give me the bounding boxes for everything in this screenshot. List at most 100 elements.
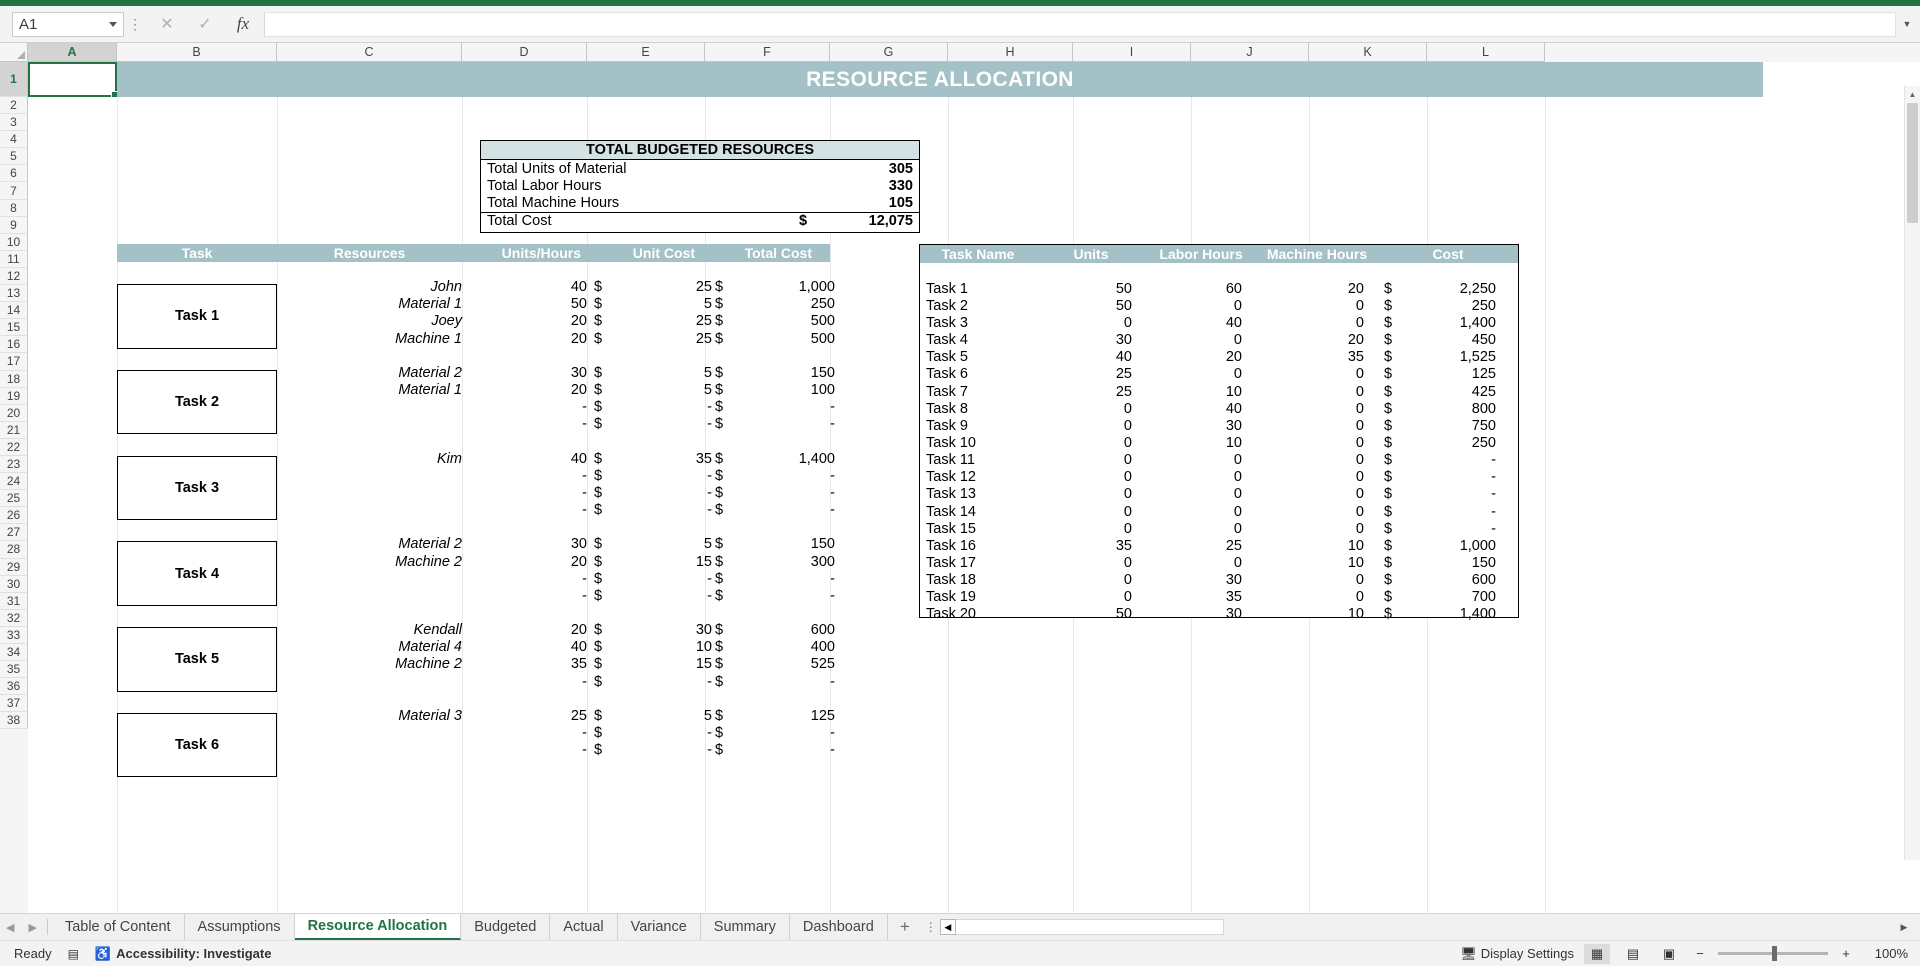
task-box[interactable]: Task 1 — [117, 284, 277, 349]
row-header-29[interactable]: 29 — [0, 558, 28, 576]
sheet-tab-assumptions[interactable]: Assumptions — [184, 914, 295, 940]
zoom-out-button[interactable]: − — [1692, 946, 1708, 961]
sheet-tab-dashboard[interactable]: Dashboard — [789, 914, 888, 940]
scroll-up-icon[interactable]: ▲ — [1905, 86, 1920, 102]
zoom-slider[interactable] — [1718, 946, 1828, 961]
vertical-scrollbar[interactable]: ▲ — [1904, 86, 1920, 860]
vertical-scroll-thumb[interactable] — [1907, 103, 1918, 223]
row-header-33[interactable]: 33 — [0, 626, 28, 644]
display-settings-label[interactable]: Display Settings — [1481, 946, 1574, 961]
row-header-9[interactable]: 9 — [0, 216, 28, 234]
page-break-view-icon[interactable]: ▣ — [1656, 944, 1682, 964]
row-header-30[interactable]: 30 — [0, 575, 28, 593]
close-icon[interactable]: ✕ — [148, 12, 186, 37]
column-header-h[interactable]: H — [948, 43, 1073, 62]
row-header-27[interactable]: 27 — [0, 524, 28, 542]
sheet-tab-table-of-content[interactable]: Table of Content — [51, 914, 185, 940]
selected-cell-a1[interactable] — [28, 62, 118, 98]
name-box[interactable]: A1 — [12, 11, 124, 37]
column-header-f[interactable]: F — [705, 43, 830, 62]
accessibility-status[interactable]: Accessibility: Investigate — [116, 946, 271, 961]
macro-record-icon[interactable]: ▤ — [68, 947, 79, 961]
column-header-c[interactable]: C — [277, 43, 462, 62]
row-header-22[interactable]: 22 — [0, 438, 28, 456]
row-header-10[interactable]: 10 — [0, 233, 28, 251]
row-header-3[interactable]: 3 — [0, 114, 28, 132]
row-header-1[interactable]: 1 — [0, 62, 28, 97]
row-header-11[interactable]: 11 — [0, 250, 28, 268]
row-header-4[interactable]: 4 — [0, 131, 28, 149]
normal-view-icon[interactable]: ▦ — [1584, 943, 1610, 964]
row-header-17[interactable]: 17 — [0, 353, 28, 371]
row-header-37[interactable]: 37 — [0, 695, 28, 713]
sheet-tab-variance[interactable]: Variance — [617, 914, 701, 940]
row-header-6[interactable]: 6 — [0, 165, 28, 183]
zoom-in-button[interactable]: + — [1838, 946, 1854, 961]
add-sheet-button[interactable]: + — [888, 914, 922, 940]
fx-icon[interactable]: fx — [224, 12, 262, 37]
zoom-slider-thumb[interactable] — [1772, 946, 1777, 961]
row-header-38[interactable]: 38 — [0, 712, 28, 730]
row-header-20[interactable]: 20 — [0, 404, 28, 422]
column-header-b[interactable]: B — [117, 43, 277, 62]
row-header-23[interactable]: 23 — [0, 455, 28, 474]
task-row-cost: 250 — [1471, 434, 1496, 451]
row-header-8[interactable]: 8 — [0, 199, 28, 217]
task-row-cost-currency: $ — [1384, 314, 1393, 331]
column-header-i[interactable]: I — [1073, 43, 1191, 62]
sheet-more-icon[interactable]: ⋮ — [922, 914, 940, 940]
row-header-31[interactable]: 31 — [0, 592, 28, 610]
column-header-e[interactable]: E — [587, 43, 705, 62]
column-header-j[interactable]: J — [1191, 43, 1309, 62]
select-all-corner[interactable] — [0, 43, 28, 62]
row-header-28[interactable]: 28 — [0, 541, 28, 559]
row-header-16[interactable]: 16 — [0, 336, 28, 354]
task-box[interactable]: Task 6 — [117, 712, 277, 778]
page-layout-view-icon[interactable]: ▤ — [1620, 944, 1646, 964]
column-header-l[interactable]: L — [1427, 43, 1545, 62]
row-header-2[interactable]: 2 — [0, 97, 28, 115]
more-options-icon[interactable]: ⋮ — [124, 17, 146, 31]
check-icon[interactable]: ✓ — [186, 12, 224, 37]
row-header-26[interactable]: 26 — [0, 507, 28, 525]
prev-sheet-icon[interactable]: ◀ — [6, 921, 14, 934]
row-header-15[interactable]: 15 — [0, 319, 28, 337]
row-header-13[interactable]: 13 — [0, 285, 28, 303]
row-header-35[interactable]: 35 — [0, 661, 28, 679]
sheet-tab-budgeted[interactable]: Budgeted — [461, 914, 551, 940]
horizontal-scrollbar[interactable]: ◀ ▶ — [939, 914, 1920, 940]
sheet-tab-actual[interactable]: Actual — [550, 914, 618, 940]
formula-input[interactable] — [264, 11, 1896, 37]
column-header-g[interactable]: G — [830, 43, 948, 62]
task-box[interactable]: Task 5 — [117, 627, 277, 692]
hscroll-right-icon[interactable]: ▶ — [1896, 919, 1912, 935]
expand-formula-bar-icon[interactable]: ▼ — [1898, 12, 1916, 37]
row-header-21[interactable]: 21 — [0, 421, 28, 439]
row-header-19[interactable]: 19 — [0, 387, 28, 405]
zoom-level[interactable]: 100% — [1864, 946, 1908, 961]
task-box[interactable]: Task 4 — [117, 541, 277, 606]
row-header-36[interactable]: 36 — [0, 678, 28, 696]
hscroll-left-icon[interactable]: ◀ — [939, 919, 956, 935]
column-header-a[interactable]: A — [28, 43, 117, 62]
column-header-k[interactable]: K — [1309, 43, 1427, 62]
row-header-7[interactable]: 7 — [0, 182, 28, 200]
row-header-32[interactable]: 32 — [0, 609, 28, 627]
row-header-5[interactable]: 5 — [0, 148, 28, 166]
row-header-18[interactable]: 18 — [0, 370, 28, 388]
table-row: Task 7 25 10 0 $425 — [920, 383, 1518, 400]
task-box[interactable]: Task 3 — [117, 455, 277, 521]
chevron-down-icon[interactable] — [109, 21, 117, 27]
horizontal-scroll-track[interactable] — [955, 919, 1224, 935]
sheet-tab-resource-allocation[interactable]: Resource Allocation — [294, 914, 462, 940]
row-header-14[interactable]: 14 — [0, 302, 28, 320]
sheet-tab-summary[interactable]: Summary — [700, 914, 790, 940]
task-box[interactable]: Task 2 — [117, 369, 277, 435]
row-header-34[interactable]: 34 — [0, 644, 28, 662]
row-header-24[interactable]: 24 — [0, 473, 28, 491]
row-header-12[interactable]: 12 — [0, 267, 28, 286]
column-header-d[interactable]: D — [462, 43, 587, 62]
task-row-name: Task 5 — [926, 349, 968, 366]
row-header-25[interactable]: 25 — [0, 490, 28, 508]
next-sheet-icon[interactable]: ▶ — [28, 921, 36, 934]
